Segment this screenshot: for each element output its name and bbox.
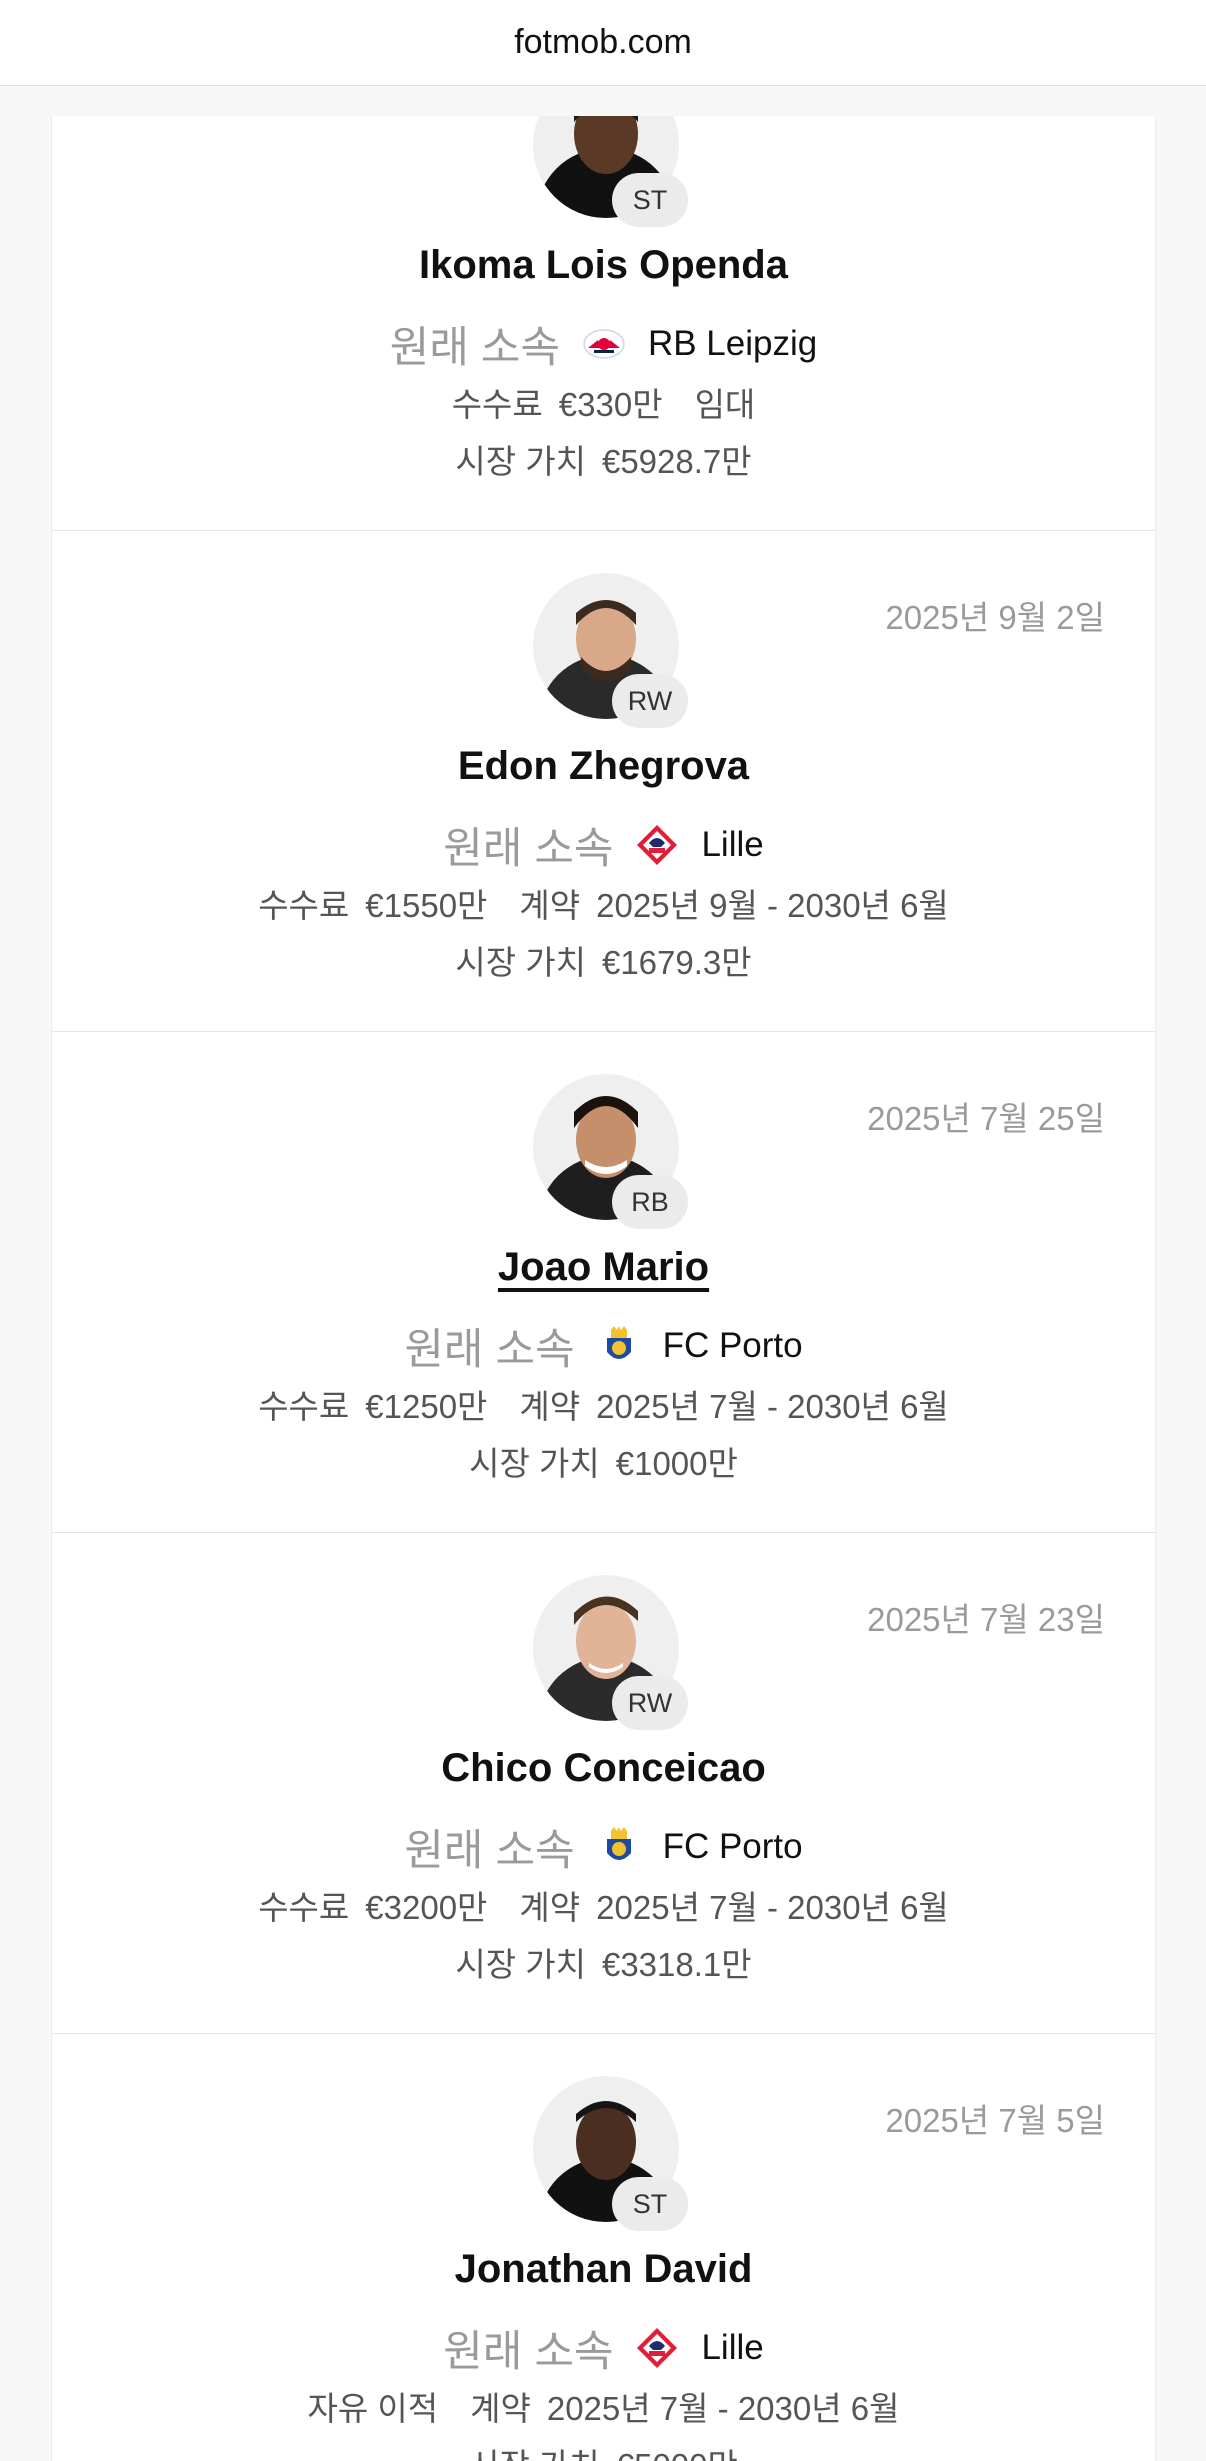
position-badge: ST: [612, 173, 688, 227]
from-club-row: 원래 소속 RB Leipzig: [52, 313, 1155, 375]
position-badge: RW: [612, 1676, 688, 1730]
market-value-row: 시장 가치 €1000만: [52, 1437, 1155, 1485]
market-value: €3318.1만: [601, 1946, 752, 1983]
transfer-list: ST Ikoma Lois Openda 원래 소속 RB Leipzig 수수…: [51, 116, 1156, 2461]
fee-label: 수수료: [258, 1388, 350, 1425]
from-label: 원래 소속: [404, 1326, 575, 1374]
club-name[interactable]: FC Porto: [663, 1827, 803, 1867]
from-club-row: 원래 소속 Lille: [52, 2317, 1155, 2379]
transfer-type: 임대: [694, 386, 756, 423]
lille-logo-icon: [637, 2328, 678, 2368]
club-name[interactable]: Lille: [701, 825, 763, 865]
transfer-card[interactable]: ST Ikoma Lois Openda 원래 소속 RB Leipzig 수수…: [52, 116, 1155, 531]
club-name[interactable]: FC Porto: [663, 1326, 803, 1366]
market-value-row: 시장 가치 €1679.3만: [52, 936, 1155, 984]
fee-row: 자유 이적 계약 2025년 7월 - 2030년 6월: [52, 2382, 1155, 2430]
rb-leipzig-logo-icon: [583, 329, 625, 359]
fee-label: 수수료: [258, 1889, 350, 1926]
club-name[interactable]: RB Leipzig: [648, 324, 817, 364]
fee-value: €3200만: [365, 1889, 488, 1926]
from-label: 원래 소속: [443, 825, 614, 873]
transfer-card[interactable]: 2025년 9월 2일 RW Edon Zhegrova 원래 소속 Lille…: [52, 531, 1155, 1032]
contract-period: 2025년 7월 - 2030년 6월: [596, 1388, 949, 1425]
contract-period: 2025년 9월 - 2030년 6월: [596, 887, 949, 924]
market-value: €5000만: [616, 2447, 738, 2461]
position-badge: ST: [612, 2177, 688, 2231]
player-name[interactable]: Joao Mario: [52, 1245, 1155, 1290]
position-badge: RW: [612, 674, 688, 728]
contract-label: 계약: [519, 887, 581, 924]
from-label: 원래 소속: [404, 1827, 575, 1875]
transfer-card[interactable]: 2025년 7월 25일 RB Joao Mario 원래 소속 FC Port…: [52, 1032, 1155, 1533]
contract-period: 2025년 7월 - 2030년 6월: [596, 1889, 949, 1926]
player-name[interactable]: Edon Zhegrova: [52, 744, 1155, 789]
market-value: €1679.3만: [601, 944, 752, 981]
contract-period: 2025년 7월 - 2030년 6월: [546, 2390, 900, 2427]
fee-row: 수수료 €330만 임대: [52, 378, 1155, 426]
fee-row: 수수료 €1250만 계약 2025년 7월 - 2030년 6월: [52, 1380, 1155, 1428]
fee-value: €330만: [558, 386, 663, 423]
fc-porto-logo-icon: [606, 1326, 631, 1359]
lille-logo-icon: [637, 825, 678, 865]
url-text: fotmob.com: [514, 23, 692, 61]
fee-label: 수수료: [451, 386, 543, 423]
transfer-date: 2025년 7월 5일: [885, 2102, 1105, 2139]
from-club-row: 원래 소속 Lille: [52, 814, 1155, 876]
market-value: €5928.7만: [601, 443, 752, 480]
transfer-date: 2025년 7월 23일: [867, 1601, 1105, 1638]
contract-label: 계약: [519, 1889, 581, 1926]
market-value-label: 시장 가치: [455, 944, 586, 981]
market-value-row: 시장 가치 €3318.1만: [52, 1938, 1155, 1986]
player-name[interactable]: Ikoma Lois Openda: [52, 243, 1155, 288]
contract-label: 계약: [470, 2390, 531, 2427]
market-value-row: 시장 가치 €5928.7만: [52, 435, 1155, 483]
market-value-label: 시장 가치: [469, 1445, 600, 1482]
fee-value: €1250만: [365, 1388, 488, 1425]
market-value-label: 시장 가치: [469, 2447, 600, 2461]
fee-value: €1550만: [365, 887, 488, 924]
transfer-card[interactable]: 2025년 7월 23일 RW Chico Conceicao 원래 소속 FC…: [52, 1533, 1155, 2034]
fee-row: 수수료 €1550만 계약 2025년 9월 - 2030년 6월: [52, 879, 1155, 927]
club-name[interactable]: Lille: [701, 2328, 763, 2368]
from-club-row: 원래 소속 FC Porto: [52, 1315, 1155, 1377]
market-value-label: 시장 가치: [455, 443, 586, 480]
market-value-label: 시장 가치: [455, 1946, 586, 1983]
transfer-type: 자유 이적: [307, 2390, 439, 2427]
player-name[interactable]: Chico Conceicao: [52, 1746, 1155, 1791]
player-name[interactable]: Jonathan David: [52, 2247, 1155, 2292]
transfer-card[interactable]: 2025년 7월 5일 ST Jonathan David 원래 소속 Lill…: [52, 2034, 1155, 2461]
from-club-row: 원래 소속 FC Porto: [52, 1816, 1155, 1878]
browser-address-bar[interactable]: fotmob.com: [0, 0, 1206, 86]
contract-label: 계약: [519, 1388, 581, 1425]
from-label: 원래 소속: [389, 324, 560, 372]
position-badge: RB: [612, 1175, 688, 1229]
fee-row: 수수료 €3200만 계약 2025년 7월 - 2030년 6월: [52, 1881, 1155, 1929]
fee-label: 수수료: [258, 887, 350, 924]
transfer-date: 2025년 9월 2일: [885, 599, 1105, 636]
market-value-row: 시장 가치 €5000만: [52, 2439, 1155, 2461]
fc-porto-logo-icon: [606, 1827, 631, 1860]
from-label: 원래 소속: [443, 2328, 614, 2376]
transfer-date: 2025년 7월 25일: [867, 1100, 1105, 1137]
market-value: €1000만: [615, 1445, 738, 1482]
